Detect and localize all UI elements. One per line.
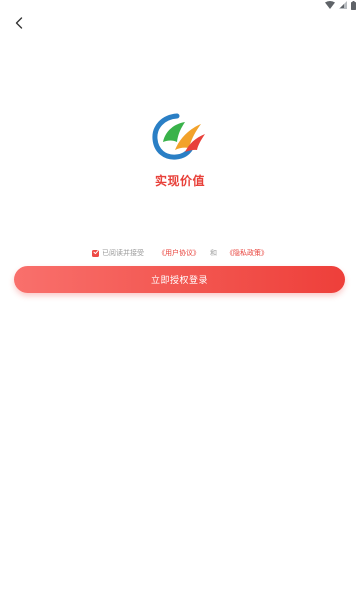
login-button-label: 立即授权登录 bbox=[150, 276, 208, 286]
back-button[interactable] bbox=[10, 14, 28, 32]
login-screen: 实现价值 已阅读并接受 《用户协议》 和 《隐私政策》 立即授权登录 bbox=[0, 0, 360, 600]
agreement-checkbox[interactable] bbox=[92, 249, 99, 257]
wifi-icon bbox=[325, 1, 335, 9]
chevron-left-icon bbox=[15, 14, 23, 33]
app-name: 实现价值 bbox=[154, 174, 205, 188]
agreement-row: 已阅读并接受 《用户协议》 和 《隐私政策》 bbox=[0, 247, 360, 259]
status-bar bbox=[325, 0, 356, 10]
signal-icon bbox=[339, 1, 347, 9]
authorize-login-button[interactable]: 立即授权登录 bbox=[14, 266, 345, 293]
battery-icon bbox=[351, 0, 356, 10]
user-agreement-link[interactable]: 《用户协议》 bbox=[158, 248, 200, 258]
check-icon bbox=[93, 249, 99, 257]
agreement-text: 已阅读并接受 bbox=[102, 249, 144, 257]
privacy-policy-link[interactable]: 《隐私政策》 bbox=[226, 248, 268, 258]
agreement-and-text: 和 bbox=[210, 249, 217, 257]
app-logo bbox=[151, 112, 209, 162]
